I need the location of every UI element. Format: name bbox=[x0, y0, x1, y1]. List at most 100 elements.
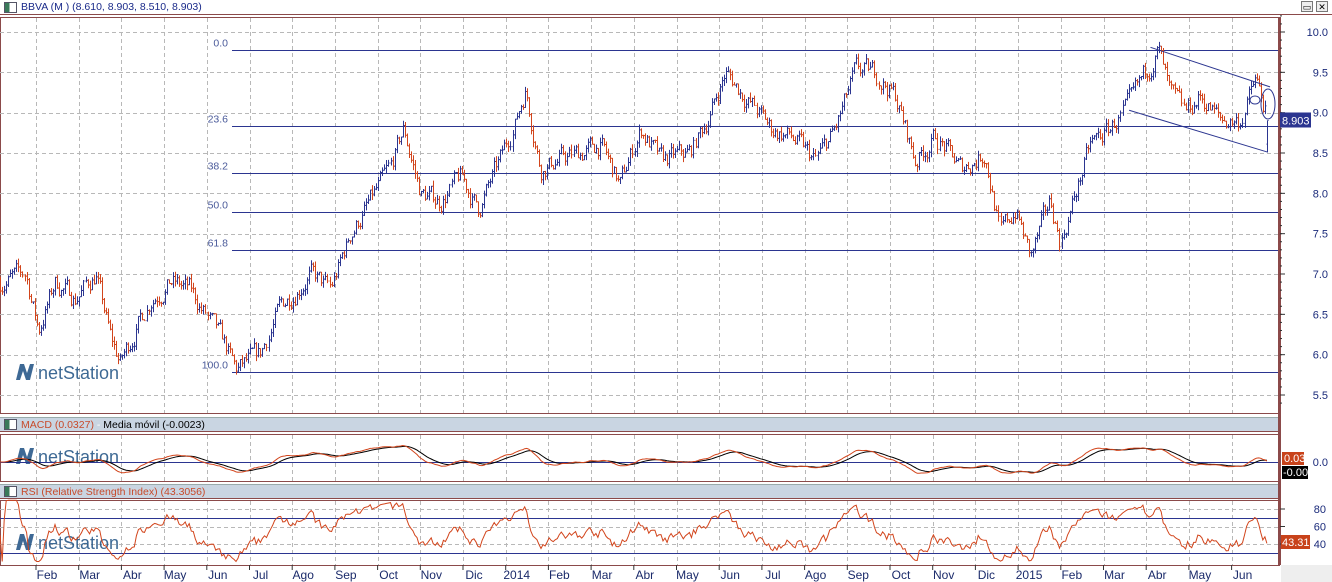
ohlc-bar bbox=[1156, 46, 1159, 60]
maximize-button[interactable]: ▭ bbox=[1301, 1, 1313, 12]
ohlc-bar bbox=[87, 279, 90, 289]
ohlc-bar bbox=[48, 289, 51, 309]
ohlc-bar bbox=[107, 308, 110, 324]
ohlc-bar bbox=[857, 53, 860, 70]
ohlc-bar bbox=[1166, 61, 1169, 82]
close-button[interactable]: ✕ bbox=[1316, 1, 1328, 12]
ohlc-bar bbox=[440, 205, 443, 214]
ohlc-bar bbox=[493, 157, 496, 177]
ohlc-bar bbox=[1195, 104, 1198, 109]
ohlc-bar bbox=[1028, 238, 1031, 258]
ohlc-bar bbox=[1067, 216, 1070, 236]
ohlc-bar bbox=[357, 220, 360, 229]
ohlc-bar bbox=[461, 166, 464, 175]
time-axis-label: Abr bbox=[123, 568, 142, 582]
ohlc-bar bbox=[463, 169, 466, 182]
ohlc-bar bbox=[1022, 221, 1025, 239]
ohlc-bar bbox=[528, 97, 531, 117]
ohlc-bar bbox=[784, 134, 787, 139]
close-button[interactable]: ✕ bbox=[1316, 419, 1328, 430]
ohlc-bar bbox=[477, 201, 480, 217]
time-axis-label: Jul bbox=[253, 568, 268, 582]
maximize-button[interactable]: ▭ bbox=[1301, 419, 1313, 430]
netstation-logo-text: netStation bbox=[38, 533, 119, 553]
ohlc-bar bbox=[436, 194, 439, 205]
ohlc-bar bbox=[1183, 98, 1186, 106]
ohlc-bar bbox=[72, 295, 75, 309]
ohlc-bar bbox=[54, 276, 57, 296]
netstation-logo-mark bbox=[16, 364, 34, 380]
ohlc-bar bbox=[302, 288, 305, 296]
ohlc-bar bbox=[268, 335, 271, 352]
ohlc-bar bbox=[1036, 232, 1039, 243]
ohlc-bar bbox=[1122, 100, 1125, 116]
ohlc-bar bbox=[188, 276, 191, 286]
ohlc-bar bbox=[629, 147, 632, 166]
ohlc-bar bbox=[209, 312, 212, 320]
ohlc-bar bbox=[223, 334, 226, 344]
ohlc-bar bbox=[239, 358, 242, 372]
ohlc-bar bbox=[674, 148, 677, 159]
ohlc-bar bbox=[371, 185, 374, 200]
ohlc-bar bbox=[111, 323, 114, 347]
ohlc-bar bbox=[983, 160, 986, 168]
ohlc-bar bbox=[869, 61, 872, 70]
ohlc-bar bbox=[298, 290, 301, 300]
ohlc-bar bbox=[975, 159, 978, 171]
ohlc-bar bbox=[89, 280, 92, 294]
ohlc-bar bbox=[873, 60, 876, 79]
ohlc-bar bbox=[774, 128, 777, 138]
close-button[interactable]: ✕ bbox=[1316, 486, 1328, 497]
ohlc-bar bbox=[1235, 113, 1238, 125]
ohlc-bar bbox=[564, 151, 567, 166]
ohlc-bar bbox=[82, 279, 85, 296]
ohlc-bar bbox=[1248, 86, 1251, 105]
ohlc-bar bbox=[312, 262, 315, 272]
ohlc-bar bbox=[959, 156, 962, 161]
ohlc-bar bbox=[274, 307, 277, 328]
price-axis-label: 8.5 bbox=[1313, 148, 1328, 160]
price-tag-value: 8.903 bbox=[1282, 115, 1310, 127]
ohlc-bar bbox=[756, 102, 759, 119]
ohlc-bar bbox=[1032, 248, 1035, 258]
ohlc-bar bbox=[686, 144, 689, 153]
ohlc-bar bbox=[621, 165, 624, 180]
ohlc-bar bbox=[1010, 217, 1013, 224]
ohlc-bar bbox=[945, 139, 948, 152]
ohlc-bar bbox=[676, 146, 679, 153]
ohlc-bar bbox=[1014, 212, 1017, 224]
ohlc-bar bbox=[282, 298, 285, 307]
ohlc-bar bbox=[1099, 129, 1102, 140]
ohlc-bar bbox=[961, 157, 964, 173]
ohlc-bar bbox=[365, 198, 368, 211]
ohlc-bar bbox=[306, 277, 309, 295]
ohlc-bar bbox=[997, 205, 1000, 222]
ohlc-bar bbox=[841, 101, 844, 115]
ohlc-bar bbox=[263, 343, 266, 350]
ohlc-bar bbox=[766, 117, 769, 126]
ohlc-bar bbox=[650, 136, 653, 151]
ohlc-bar bbox=[335, 272, 338, 280]
ohlc-bar bbox=[1237, 113, 1240, 132]
ohlc-bar bbox=[125, 342, 128, 357]
ohlc-bar bbox=[727, 66, 730, 73]
ohlc-bar bbox=[743, 94, 746, 112]
ohlc-bar bbox=[658, 147, 661, 152]
ohlc-bar bbox=[991, 185, 994, 193]
ohlc-bar bbox=[34, 298, 37, 321]
fibonacci-label: 100.0 bbox=[202, 360, 228, 372]
ohlc-bar bbox=[514, 118, 517, 140]
ohlc-bar bbox=[316, 271, 319, 283]
ohlc-bar bbox=[733, 82, 736, 86]
ohlc-bar bbox=[253, 338, 256, 349]
ohlc-bar bbox=[489, 178, 492, 188]
ohlc-bar bbox=[467, 188, 470, 198]
ohlc-bar bbox=[318, 271, 321, 276]
ohlc-bar bbox=[967, 161, 970, 170]
maximize-button[interactable]: ▭ bbox=[1301, 486, 1313, 497]
ohlc-bar bbox=[1203, 93, 1206, 112]
ohlc-bar bbox=[154, 298, 157, 305]
ohlc-bar bbox=[709, 111, 712, 128]
time-axis-label: Dic bbox=[978, 568, 995, 582]
ohlc-bar bbox=[577, 143, 580, 159]
